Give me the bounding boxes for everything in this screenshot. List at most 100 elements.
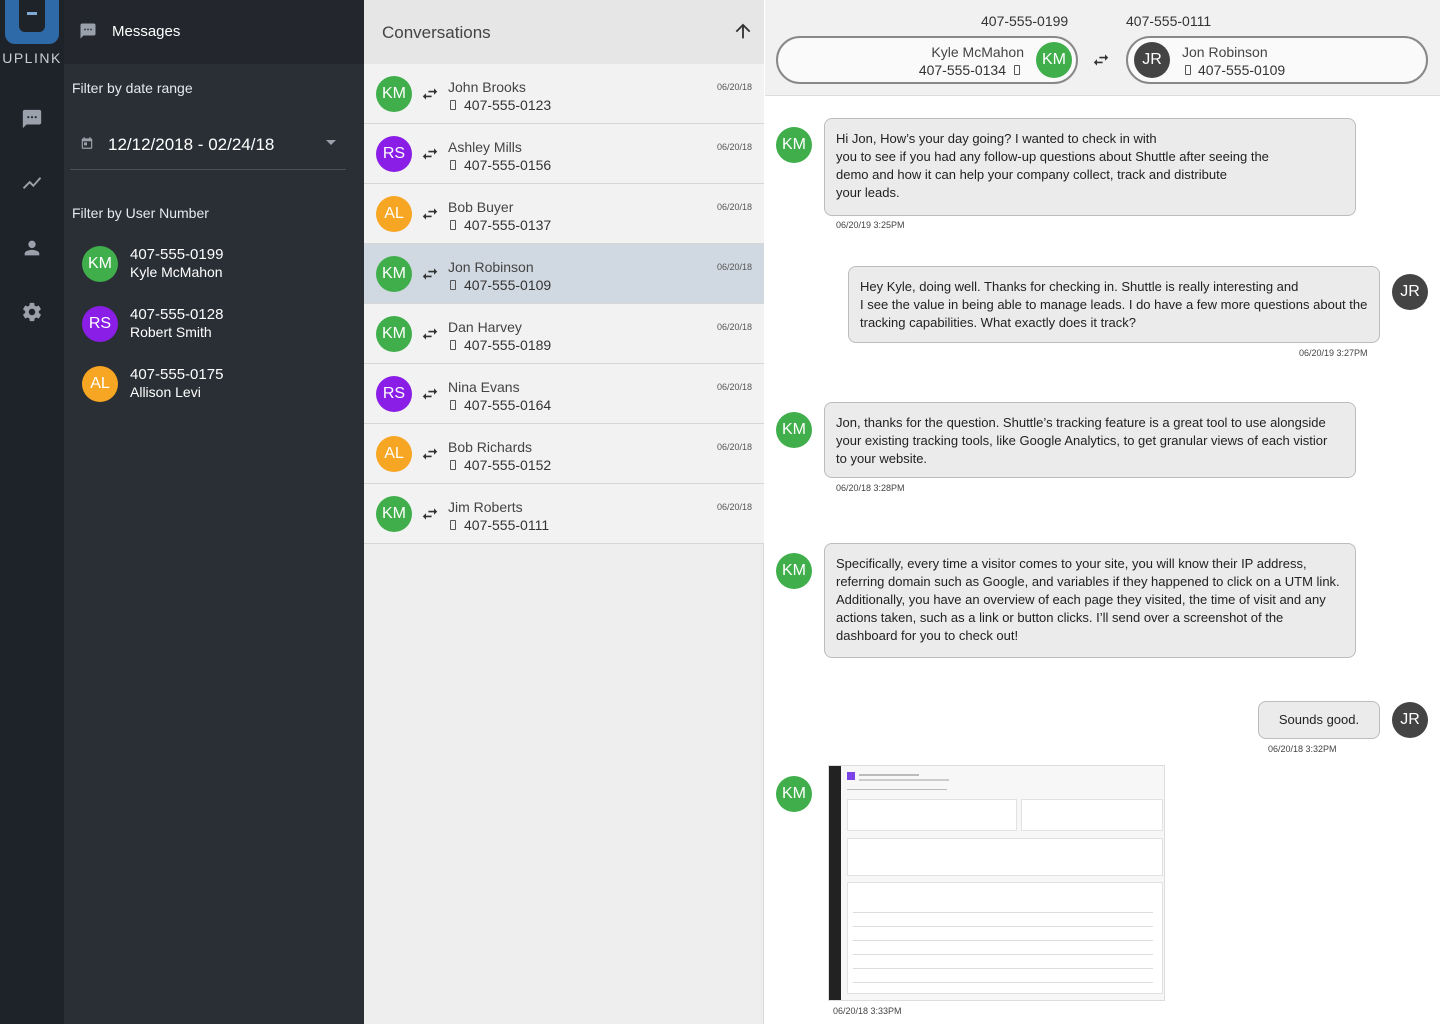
screenshot-sidebar <box>829 766 841 1000</box>
swap-arrows-icon <box>420 86 440 102</box>
phone-icon <box>450 460 456 470</box>
avatar: KM <box>776 412 812 448</box>
message-line: Specifically, every time a visitor comes… <box>836 556 1307 571</box>
message-line: to your website. <box>836 451 928 466</box>
screenshot-variables-card <box>847 838 1163 876</box>
analytics-icon[interactable] <box>20 171 44 195</box>
conversation-row[interactable]: AL Bob Richards 407-555-0152 06/20/18 <box>364 424 764 484</box>
sidebar-header: Messages <box>64 0 364 64</box>
avatar: KM <box>376 496 412 532</box>
swap-arrows-icon <box>420 386 440 402</box>
uplink-logo[interactable] <box>5 0 59 44</box>
avatar: KM <box>376 76 412 112</box>
phone-icon <box>1185 65 1191 75</box>
user-filter-label: Filter by User Number <box>72 205 209 221</box>
user-name: Kyle McMahon <box>130 264 223 280</box>
screenshot-event-history-card <box>847 882 1163 994</box>
message-timestamp: 06/20/18 3:32PM <box>1268 744 1337 754</box>
conversation-phone: 407-555-0109 <box>464 277 552 293</box>
swap-arrows-icon <box>420 446 440 462</box>
conversation-phone: 407-555-0111 <box>464 517 550 533</box>
avatar: AL <box>82 366 118 402</box>
conversation-row[interactable]: KM John Brooks 407-555-0123 06/20/18 <box>364 64 764 124</box>
conversations-panel: Conversations KM John Brooks 407-555-012… <box>364 0 764 1024</box>
avatar: KM <box>376 256 412 292</box>
phone-icon <box>450 100 456 110</box>
swap-arrows-icon <box>420 206 440 222</box>
user-name: Robert Smith <box>130 324 212 340</box>
message-line: tracking capabilities. What exactly does… <box>860 315 1137 330</box>
date-filter-label: Filter by date range <box>72 80 193 96</box>
screenshot-row-line <box>853 912 1153 913</box>
conversation-row[interactable]: RS Nina Evans 407-555-0164 06/20/18 <box>364 364 764 424</box>
conversations-title: Conversations <box>382 23 491 42</box>
recipient-party-pill[interactable]: JR Jon Robinson 407-555-0109 <box>1126 36 1428 84</box>
conversation-phone: 407-555-0189 <box>464 337 552 353</box>
message-line: dashboard for you to check out! <box>836 628 1019 643</box>
dashboard-screenshot-image[interactable] <box>828 765 1165 1001</box>
phone-icon <box>450 280 456 290</box>
user-filter-item[interactable]: AL 407-555-0175 Allison Levi <box>82 364 352 408</box>
messages-icon[interactable] <box>20 107 44 131</box>
avatar: JR <box>1392 702 1428 738</box>
user-number: 407-555-0199 <box>130 246 224 263</box>
avatar: KM <box>776 776 812 812</box>
date-range-value: 12/12/2018 - 02/24/18 <box>108 135 275 154</box>
user-number: 407-555-0128 <box>130 306 224 323</box>
conversation-name: Dan Harvey <box>448 319 522 335</box>
swap-arrows-icon <box>420 326 440 342</box>
user-filter-item[interactable]: RS 407-555-0128 Robert Smith <box>82 304 352 348</box>
user-icon[interactable] <box>20 236 44 260</box>
conversation-row[interactable]: KM Jim Roberts 407-555-0111 06/20/18 <box>364 484 764 544</box>
party-phone: 407-555-0109 <box>1198 62 1286 78</box>
avatar: KM <box>1036 42 1072 78</box>
conversation-name: Jon Robinson <box>448 259 534 275</box>
message-timestamp: 06/20/19 3:27PM <box>1299 348 1368 358</box>
swap-arrows-icon[interactable] <box>1091 52 1111 68</box>
conversation-date: 06/20/18 <box>716 202 752 212</box>
avatar: JR <box>1392 274 1428 310</box>
sort-arrow-up-icon[interactable] <box>732 20 754 42</box>
user-name: Allison Levi <box>130 384 201 400</box>
avatar: AL <box>376 436 412 472</box>
conversation-date: 06/20/18 <box>716 502 752 512</box>
conversation-row[interactable]: AL Bob Buyer 407-555-0137 06/20/18 <box>364 184 764 244</box>
screenshot-title-line <box>859 774 919 776</box>
conversation-date: 06/20/18 <box>716 442 752 452</box>
conversation-name: Bob Richards <box>448 439 533 455</box>
settings-gear-icon[interactable] <box>20 300 44 324</box>
conversation-row[interactable]: RS Ashley Mills 407-555-0156 06/20/18 <box>364 124 764 184</box>
avatar: KM <box>376 316 412 352</box>
message-timestamp: 06/20/19 3:25PM <box>836 220 905 230</box>
conversation-name: John Brooks <box>448 79 526 95</box>
avatar: JR <box>1134 42 1170 78</box>
phone-icon <box>450 520 456 530</box>
screenshot-user-card <box>847 799 1017 831</box>
message-line: Jon, thanks for the question. Shuttle’s … <box>836 415 1326 430</box>
conversation-row-selected[interactable]: KM Jon Robinson 407-555-0109 06/20/18 <box>364 244 764 304</box>
conversation-name: Nina Evans <box>448 379 520 395</box>
conversation-phone: 407-555-0164 <box>464 397 552 413</box>
avatar: KM <box>776 553 812 589</box>
screenshot-tabs-line <box>847 789 947 790</box>
chevron-down-icon[interactable] <box>326 140 336 145</box>
message-line: demo and how it can help your company co… <box>836 167 1227 182</box>
date-range-select[interactable]: 12/12/2018 - 02/24/18 <box>70 120 346 170</box>
party-name: Kyle McMahon <box>931 44 1024 60</box>
message-line: actions taken, such as a link or button … <box>836 610 1284 625</box>
message-line: Hey Kyle, doing well. Thanks for checkin… <box>860 279 1299 294</box>
conversation-date: 06/20/18 <box>716 142 752 152</box>
screenshot-row-line <box>853 926 1153 927</box>
message-timestamp: 06/20/18 3:28PM <box>836 483 905 493</box>
sender-party-pill[interactable]: Kyle McMahon 407-555-0134 KM <box>776 36 1078 84</box>
conversation-date: 06/20/18 <box>716 262 752 272</box>
conversation-phone: 407-555-0152 <box>464 457 552 473</box>
left-line-number: 407-555-0199 <box>981 13 1069 29</box>
user-filter-item[interactable]: KM 407-555-0199 Kyle McMahon <box>82 244 352 288</box>
conversation-row[interactable]: KM Dan Harvey 407-555-0189 06/20/18 <box>364 304 764 364</box>
party-phone: 407-555-0134 <box>918 62 1006 78</box>
message-bubble-incoming: Jon, thanks for the question. Shuttle’s … <box>824 402 1356 478</box>
conversation-date: 06/20/18 <box>716 322 752 332</box>
avatar: KM <box>82 246 118 282</box>
conversations-header: Conversations <box>364 0 764 64</box>
